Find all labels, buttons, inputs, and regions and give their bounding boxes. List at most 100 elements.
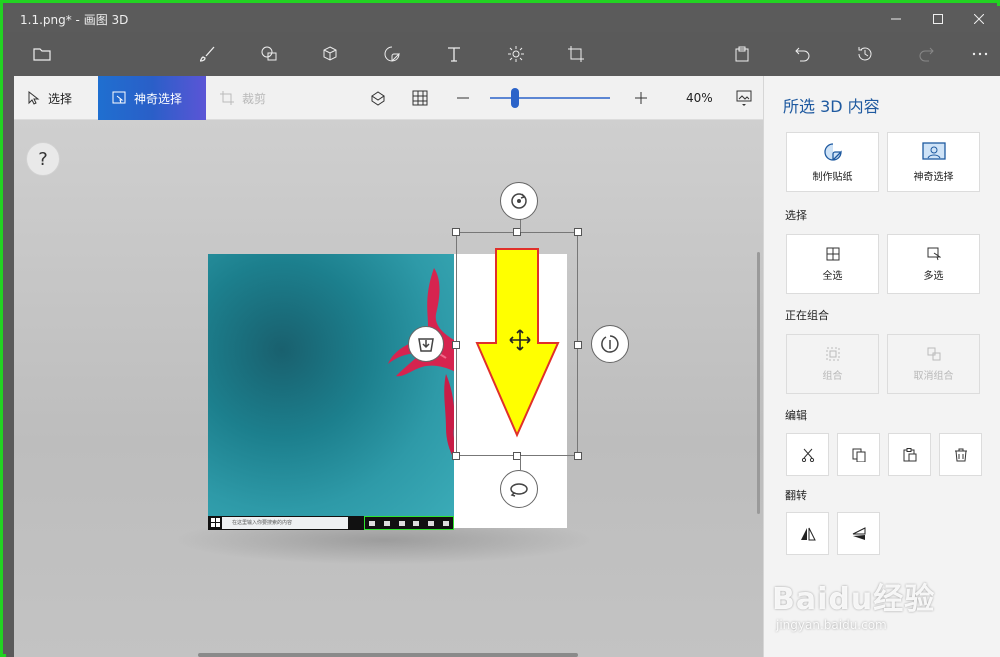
multi-select-button[interactable]: 多选 bbox=[887, 234, 980, 294]
effects-button[interactable] bbox=[500, 38, 532, 70]
clipboard-icon bbox=[903, 447, 916, 461]
grid-toggle-button[interactable] bbox=[412, 76, 436, 120]
magic-select-icon bbox=[112, 91, 126, 104]
image-view-icon bbox=[736, 90, 752, 106]
magic-select-panel-button[interactable]: 神奇选择 bbox=[887, 132, 980, 192]
select-all-button[interactable]: 全选 bbox=[786, 234, 879, 294]
multi-select-label: 多选 bbox=[923, 270, 944, 282]
zoom-out-button[interactable] bbox=[456, 76, 478, 120]
rotate-connector-bottom bbox=[520, 456, 521, 470]
zoom-slider[interactable] bbox=[490, 76, 618, 120]
section-flip-heading: 翻转 bbox=[785, 489, 807, 502]
group-label: 组合 bbox=[822, 370, 843, 382]
baidu-watermark: Baidu经验 jingyan.baidu.com bbox=[772, 574, 952, 640]
3d-view-button[interactable] bbox=[370, 76, 394, 120]
rotate-y-button[interactable] bbox=[591, 325, 629, 363]
cube-icon bbox=[323, 46, 337, 61]
help-button[interactable]: ? bbox=[26, 142, 60, 176]
maximize-button[interactable] bbox=[917, 6, 959, 32]
minimize-button[interactable] bbox=[875, 6, 917, 32]
undo-icon bbox=[795, 47, 810, 62]
text-button[interactable] bbox=[438, 38, 470, 70]
ungroup-button: 取消组合 bbox=[887, 334, 980, 394]
history-button[interactable] bbox=[849, 38, 881, 70]
push-back-icon bbox=[418, 338, 434, 352]
rotate-z-button[interactable] bbox=[500, 182, 538, 220]
brushes-button[interactable] bbox=[192, 38, 224, 70]
magic-select-icon bbox=[921, 141, 946, 160]
flip-horizontal-icon bbox=[800, 527, 816, 540]
ungroup-label: 取消组合 bbox=[913, 370, 954, 382]
copy-button[interactable] bbox=[837, 433, 880, 476]
selection-toolbar: 选择 神奇选择 裁剪 40% bbox=[14, 76, 763, 120]
minus-icon bbox=[457, 97, 469, 99]
resize-handle-ne[interactable] bbox=[574, 228, 582, 236]
crop-tool-label: 裁剪 bbox=[242, 91, 267, 106]
windows-logo-icon bbox=[211, 518, 220, 527]
horizontal-scrollbar[interactable] bbox=[198, 653, 578, 657]
magic-select-tool[interactable]: 神奇选择 bbox=[98, 76, 206, 120]
maximize-icon bbox=[933, 14, 943, 24]
rotate-z-icon bbox=[511, 193, 527, 209]
cursor-arrow-icon bbox=[28, 91, 40, 105]
resize-handle-sw[interactable] bbox=[452, 452, 460, 460]
zoom-in-button[interactable] bbox=[634, 76, 656, 120]
section-select-heading: 选择 bbox=[785, 209, 807, 222]
make-sticker-label: 制作贴纸 bbox=[812, 171, 853, 183]
vertical-scrollbar[interactable] bbox=[757, 252, 760, 514]
select-tool-label: 选择 bbox=[48, 91, 73, 106]
section-edit-heading: 编辑 bbox=[785, 409, 807, 422]
screenshot-frame: 1.1.png* - 画图 3D 选择 神奇选择 裁剪 40% ? 在这里输入你… bbox=[0, 0, 1000, 657]
paint3d-window: 1.1.png* - 画图 3D 选择 神奇选择 裁剪 40% ? 在这里输入你… bbox=[6, 6, 1000, 657]
more-icon bbox=[972, 52, 988, 56]
make-sticker-button[interactable]: 制作贴纸 bbox=[786, 132, 879, 192]
group-button: 组合 bbox=[786, 334, 879, 394]
3d-view-icon bbox=[371, 91, 385, 106]
select-tool[interactable]: 选择 bbox=[28, 76, 98, 120]
sticker-icon bbox=[823, 142, 842, 161]
zoom-level: 40% bbox=[686, 91, 713, 105]
canvas-button[interactable] bbox=[560, 38, 592, 70]
group-icon bbox=[826, 347, 839, 360]
canvas-area[interactable]: ? 在这里输入你要搜索的内容 bbox=[14, 120, 763, 657]
crop-tool: 裁剪 bbox=[220, 76, 290, 120]
resize-handle-se[interactable] bbox=[574, 452, 582, 460]
3d-shapes-button[interactable] bbox=[314, 38, 346, 70]
close-button[interactable] bbox=[958, 6, 1000, 32]
flip-horizontal-button[interactable] bbox=[786, 512, 829, 555]
sun-icon bbox=[508, 46, 524, 62]
screenshot-taskbar: 在这里输入你要搜索的内容 bbox=[208, 516, 454, 530]
2d-shapes-button[interactable] bbox=[253, 38, 285, 70]
resize-handle-e[interactable] bbox=[574, 341, 582, 349]
flip-vertical-button[interactable] bbox=[837, 512, 880, 555]
stickers-button[interactable] bbox=[376, 38, 408, 70]
resize-handle-w[interactable] bbox=[452, 341, 460, 349]
view-options-button[interactable] bbox=[736, 76, 760, 120]
menu-button[interactable] bbox=[26, 38, 58, 70]
delete-button[interactable] bbox=[939, 433, 982, 476]
redo-button bbox=[910, 38, 942, 70]
section-group-heading: 正在组合 bbox=[785, 309, 829, 322]
watermark-brand: Baidu经验 bbox=[772, 582, 936, 617]
move-icon[interactable] bbox=[508, 328, 532, 352]
undo-button[interactable] bbox=[787, 38, 819, 70]
background-photo[interactable] bbox=[208, 254, 454, 528]
sticker-icon bbox=[384, 46, 400, 62]
paste-panel-button[interactable] bbox=[888, 433, 931, 476]
minimize-icon bbox=[891, 18, 901, 20]
plus-icon bbox=[635, 92, 647, 104]
flower-petal-image bbox=[388, 268, 454, 459]
paste-button[interactable] bbox=[726, 38, 758, 70]
2d-shapes-icon bbox=[261, 46, 277, 61]
more-button[interactable] bbox=[964, 38, 996, 70]
rotate-x-button[interactable] bbox=[500, 470, 538, 508]
multi-select-icon bbox=[927, 247, 941, 260]
copy-icon bbox=[852, 448, 865, 462]
cut-button[interactable] bbox=[786, 433, 829, 476]
push-depth-button[interactable] bbox=[408, 326, 444, 362]
flip-vertical-icon bbox=[852, 526, 865, 540]
resize-handle-nw[interactable] bbox=[452, 228, 460, 236]
brush-icon bbox=[199, 46, 215, 62]
watermark-url: jingyan.baidu.com bbox=[776, 618, 887, 632]
redo-icon bbox=[919, 47, 934, 62]
